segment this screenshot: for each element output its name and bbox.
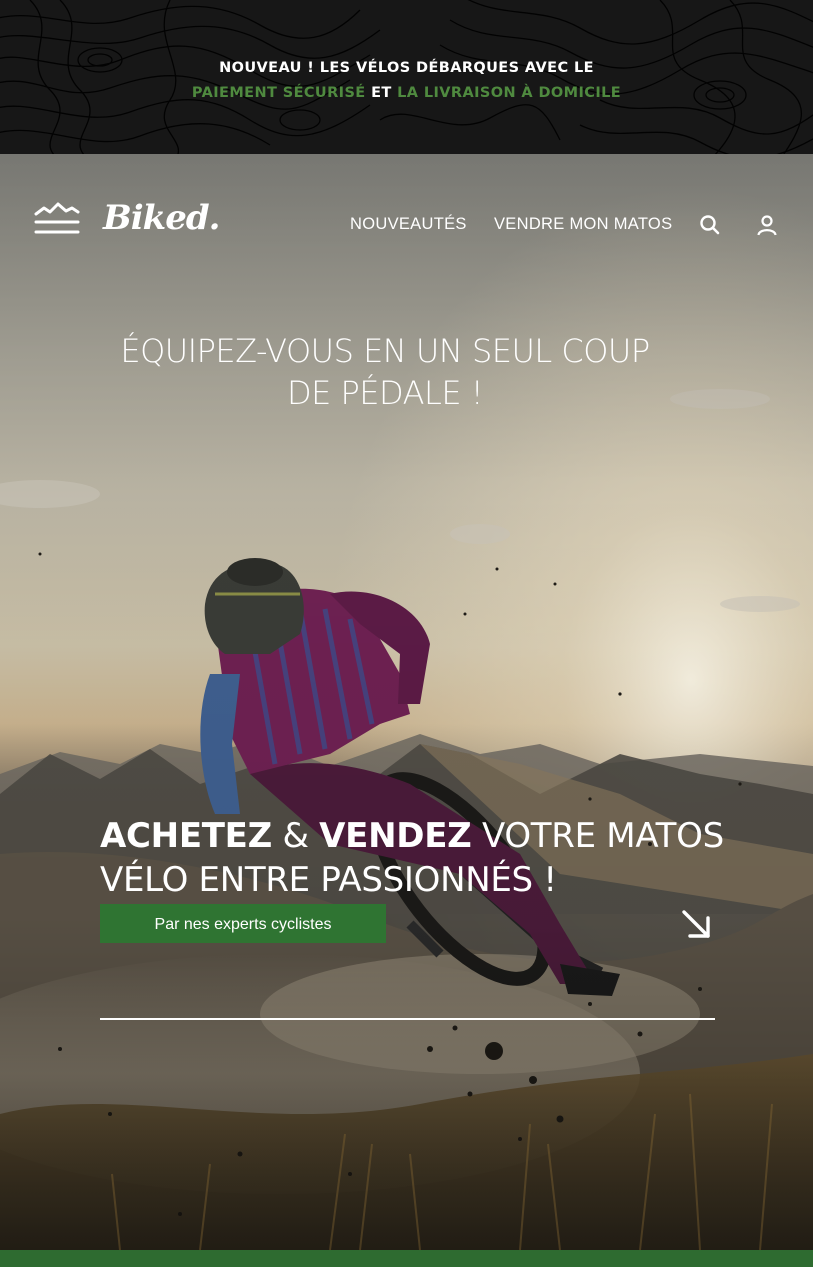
user-icon[interactable]	[755, 213, 779, 237]
headline-rest: VOTRE MATOS	[481, 816, 724, 856]
bottom-accent-bar	[0, 1250, 813, 1267]
headline-ampersand: &	[282, 816, 309, 856]
nav-link-nouveautes[interactable]: NOUVEAUTÉS	[350, 215, 467, 234]
hero-tagline-line-1: ÉQUIPEZ-VOUS EN UN SEUL COUP	[120, 332, 650, 370]
announcement-line-1: NOUVEAU ! LES VÉLOS DÉBARQUES AVEC LE	[219, 60, 594, 76]
announcement-connector: ET	[371, 85, 392, 101]
arrow-down-right-icon[interactable]	[678, 906, 714, 942]
announcement-banner: NOUVEAU ! LES VÉLOS DÉBARQUES AVEC LE PA…	[0, 0, 813, 154]
hero-headline-line-2: VÉLO ENTRE PASSIONNÉS !	[100, 860, 557, 900]
hero-tagline: ÉQUIPEZ-VOUS EN UN SEUL COUP DE PÉDALE !	[60, 330, 710, 414]
hero-headline-line-1: ACHETEZ & VENDEZ VOTRE MATOS	[100, 814, 760, 858]
search-icon[interactable]	[698, 213, 722, 237]
home-delivery-highlight: LA LIVRAISON À DOMICILE	[397, 85, 622, 101]
hero-divider	[100, 1018, 715, 1020]
hero-headline: ACHETEZ & VENDEZ VOTRE MATOS VÉLO ENTRE …	[100, 814, 760, 902]
secure-payment-highlight: PAIEMENT SÉCURISÉ	[191, 85, 366, 101]
biked-logo[interactable]: Biked.	[103, 198, 220, 238]
menu-mountain-icon[interactable]	[34, 202, 80, 238]
announcement-line-2: PAIEMENT SÉCURISÉ ET LA LIVRAISON À DOMI…	[0, 81, 813, 106]
hero-tagline-line-2: DE PÉDALE !	[286, 374, 484, 412]
nav-link-vendre-mon-matos[interactable]: VENDRE MON MATOS	[494, 215, 672, 234]
experts-cta-button[interactable]: Par nes experts cyclistes	[100, 904, 386, 943]
hero-photo	[0, 154, 813, 1250]
headline-word-vendez: VENDEZ	[319, 816, 472, 856]
headline-word-achetez: ACHETEZ	[100, 816, 272, 856]
announcement-text: NOUVEAU ! LES VÉLOS DÉBARQUES AVEC LE PA…	[0, 56, 813, 106]
hero-section: Biked. NOUVEAUTÉS VENDRE MON MATOS ÉQUIP…	[0, 154, 813, 1250]
